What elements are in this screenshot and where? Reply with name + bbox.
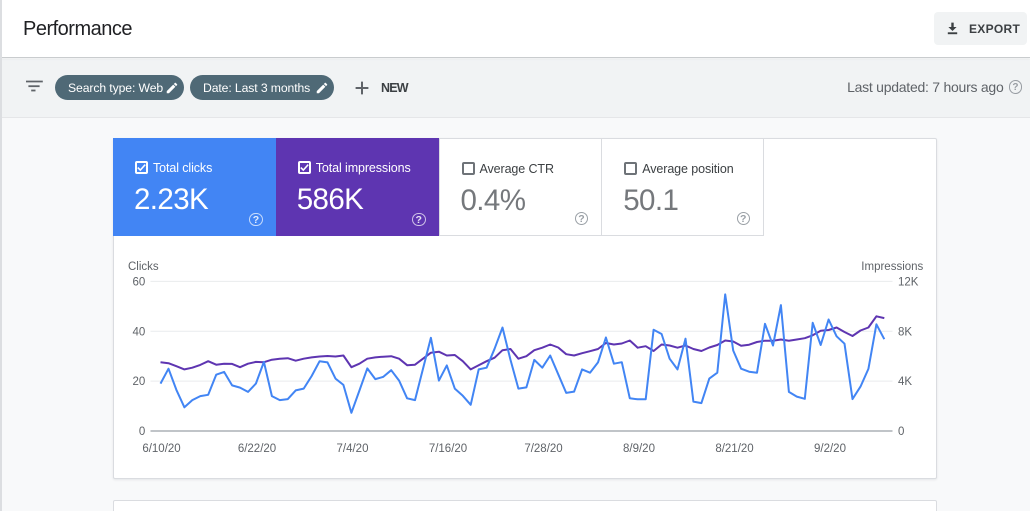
svg-text:8K: 8K: [898, 326, 912, 338]
svg-text:12K: 12K: [898, 277, 919, 289]
svg-text:7/28/20: 7/28/20: [524, 443, 562, 455]
svg-text:8/9/20: 8/9/20: [623, 443, 655, 455]
svg-text:6/22/20: 6/22/20: [238, 443, 276, 455]
svg-text:7/4/20: 7/4/20: [337, 443, 369, 455]
svg-text:0: 0: [139, 426, 145, 438]
svg-text:Clicks: Clicks: [128, 261, 159, 273]
svg-text:20: 20: [133, 376, 146, 388]
svg-text:9/2/20: 9/2/20: [814, 443, 846, 455]
svg-text:6/10/20: 6/10/20: [142, 443, 180, 455]
svg-text:60: 60: [133, 277, 146, 289]
svg-text:8/21/20: 8/21/20: [715, 443, 753, 455]
svg-text:40: 40: [133, 326, 146, 338]
svg-text:4K: 4K: [898, 376, 912, 388]
svg-text:0: 0: [898, 426, 904, 438]
svg-text:7/16/20: 7/16/20: [429, 443, 467, 455]
svg-text:Impressions: Impressions: [861, 261, 923, 273]
